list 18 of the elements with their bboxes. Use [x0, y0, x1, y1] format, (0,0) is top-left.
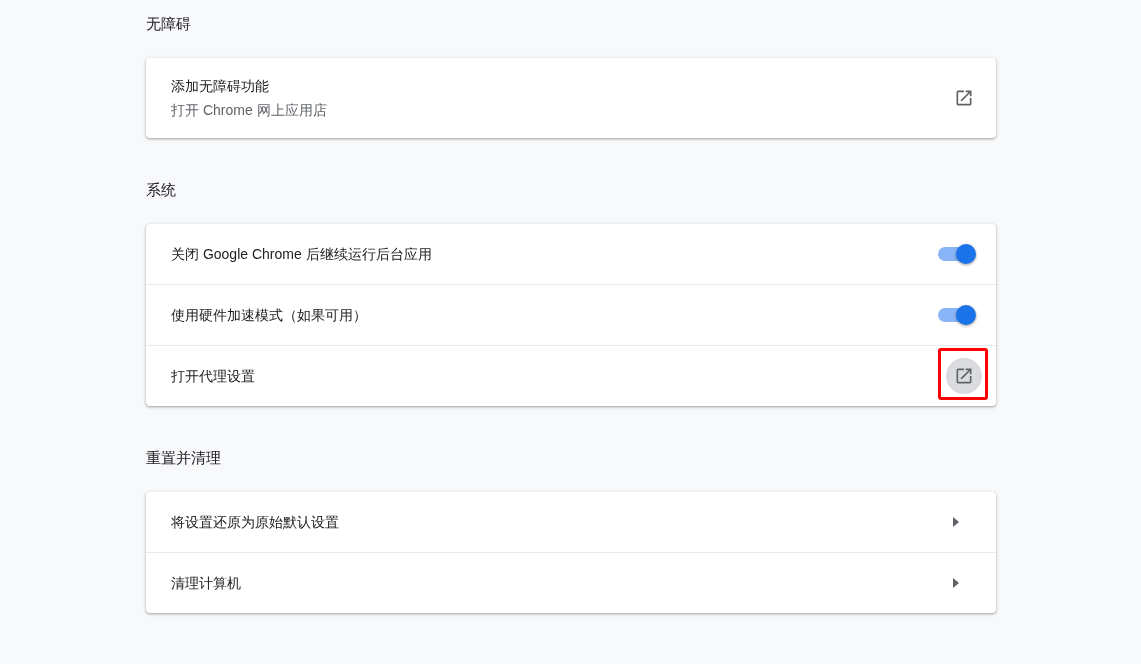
external-link-icon — [954, 88, 974, 108]
open-external-button[interactable] — [946, 358, 982, 394]
toggle-switch[interactable] — [936, 305, 976, 325]
highlight-frame — [938, 348, 988, 400]
section-title: 系统 — [146, 180, 177, 200]
section-title: 重置并清理 — [146, 448, 222, 468]
toggle-switch[interactable] — [936, 244, 976, 264]
setting-description: 打开 Chrome 网上应用店 — [171, 101, 328, 120]
setting-label: 将设置还原为原始默认设置 — [171, 513, 340, 532]
external-link-icon — [954, 366, 974, 386]
caret-right-icon — [953, 578, 959, 588]
setting-label: 关闭 Google Chrome 后继续运行后台应用 — [171, 245, 433, 264]
setting-label: 清理计算机 — [171, 574, 242, 593]
setting-label: 添加无障碍功能 — [171, 77, 270, 96]
setting-label: 使用硬件加速模式（如果可用） — [171, 306, 368, 325]
section-title: 无障碍 — [146, 14, 192, 34]
caret-right-icon — [953, 517, 959, 527]
setting-label: 打开代理设置 — [171, 367, 256, 386]
